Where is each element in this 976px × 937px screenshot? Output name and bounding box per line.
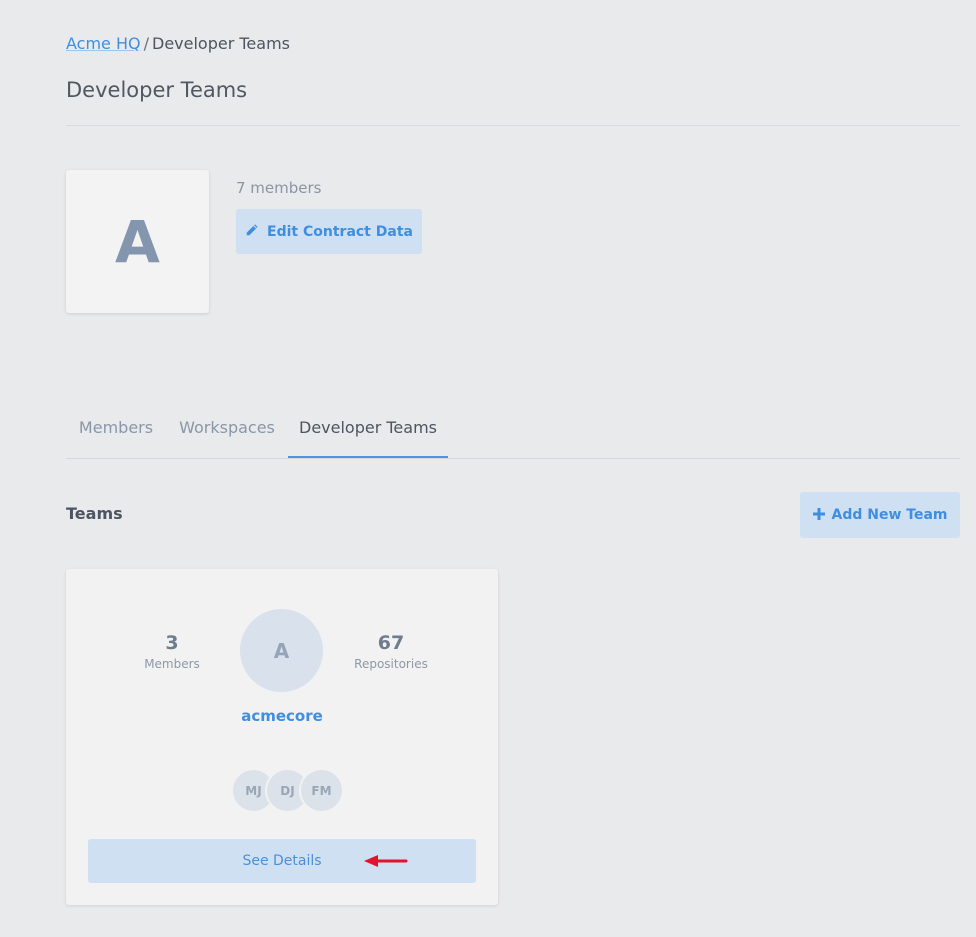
- tab-developer-teams[interactable]: Developer Teams: [288, 398, 448, 458]
- org-avatar: A: [66, 170, 209, 313]
- team-name-link[interactable]: acmecore: [66, 707, 498, 725]
- breadcrumb-separator: /: [143, 34, 149, 53]
- add-new-team-label: Add New Team: [831, 507, 948, 523]
- tab-workspaces-label: Workspaces: [179, 418, 275, 437]
- team-avatar: A: [240, 609, 323, 692]
- page-title: Developer Teams: [66, 78, 248, 102]
- team-card: 3 Members A 67 Repositories acmecore MJ …: [66, 569, 498, 905]
- tab-developer-teams-label: Developer Teams: [299, 417, 437, 437]
- plus-icon: [812, 506, 825, 524]
- team-repos-count: 67: [377, 632, 405, 654]
- team-member-avatars: MJ DJ FM: [231, 768, 351, 813]
- edit-contract-data-label: Edit Contract Data: [267, 223, 413, 240]
- see-details-button[interactable]: See Details: [88, 839, 476, 883]
- add-new-team-button[interactable]: Add New Team: [800, 492, 960, 538]
- header-divider: [66, 125, 960, 126]
- tab-bar: Members Workspaces Developer Teams: [66, 398, 960, 459]
- team-members-label: Members: [144, 657, 200, 671]
- team-repos-label: Repositories: [354, 657, 428, 671]
- team-members-count: 3: [165, 632, 179, 654]
- teams-section-title: Teams: [66, 504, 123, 523]
- tab-members-label: Members: [78, 418, 154, 437]
- edit-contract-data-button[interactable]: Edit Contract Data: [236, 209, 422, 254]
- avatar: FM: [299, 768, 344, 813]
- see-details-label: See Details: [242, 853, 322, 869]
- tab-members[interactable]: Members: [66, 398, 166, 457]
- pencil-icon: [245, 223, 259, 241]
- team-repos-stat: 67 Repositories: [331, 631, 451, 671]
- org-member-count: 7 members: [236, 179, 322, 197]
- breadcrumb-link-acme-hq[interactable]: Acme HQ: [66, 34, 141, 53]
- arrow-left-icon: [362, 853, 408, 869]
- team-members-stat: 3 Members: [112, 631, 232, 671]
- tab-workspaces[interactable]: Workspaces: [166, 398, 288, 457]
- breadcrumb-current: Developer Teams: [152, 34, 290, 53]
- breadcrumb: Acme HQ / Developer Teams: [66, 33, 290, 55]
